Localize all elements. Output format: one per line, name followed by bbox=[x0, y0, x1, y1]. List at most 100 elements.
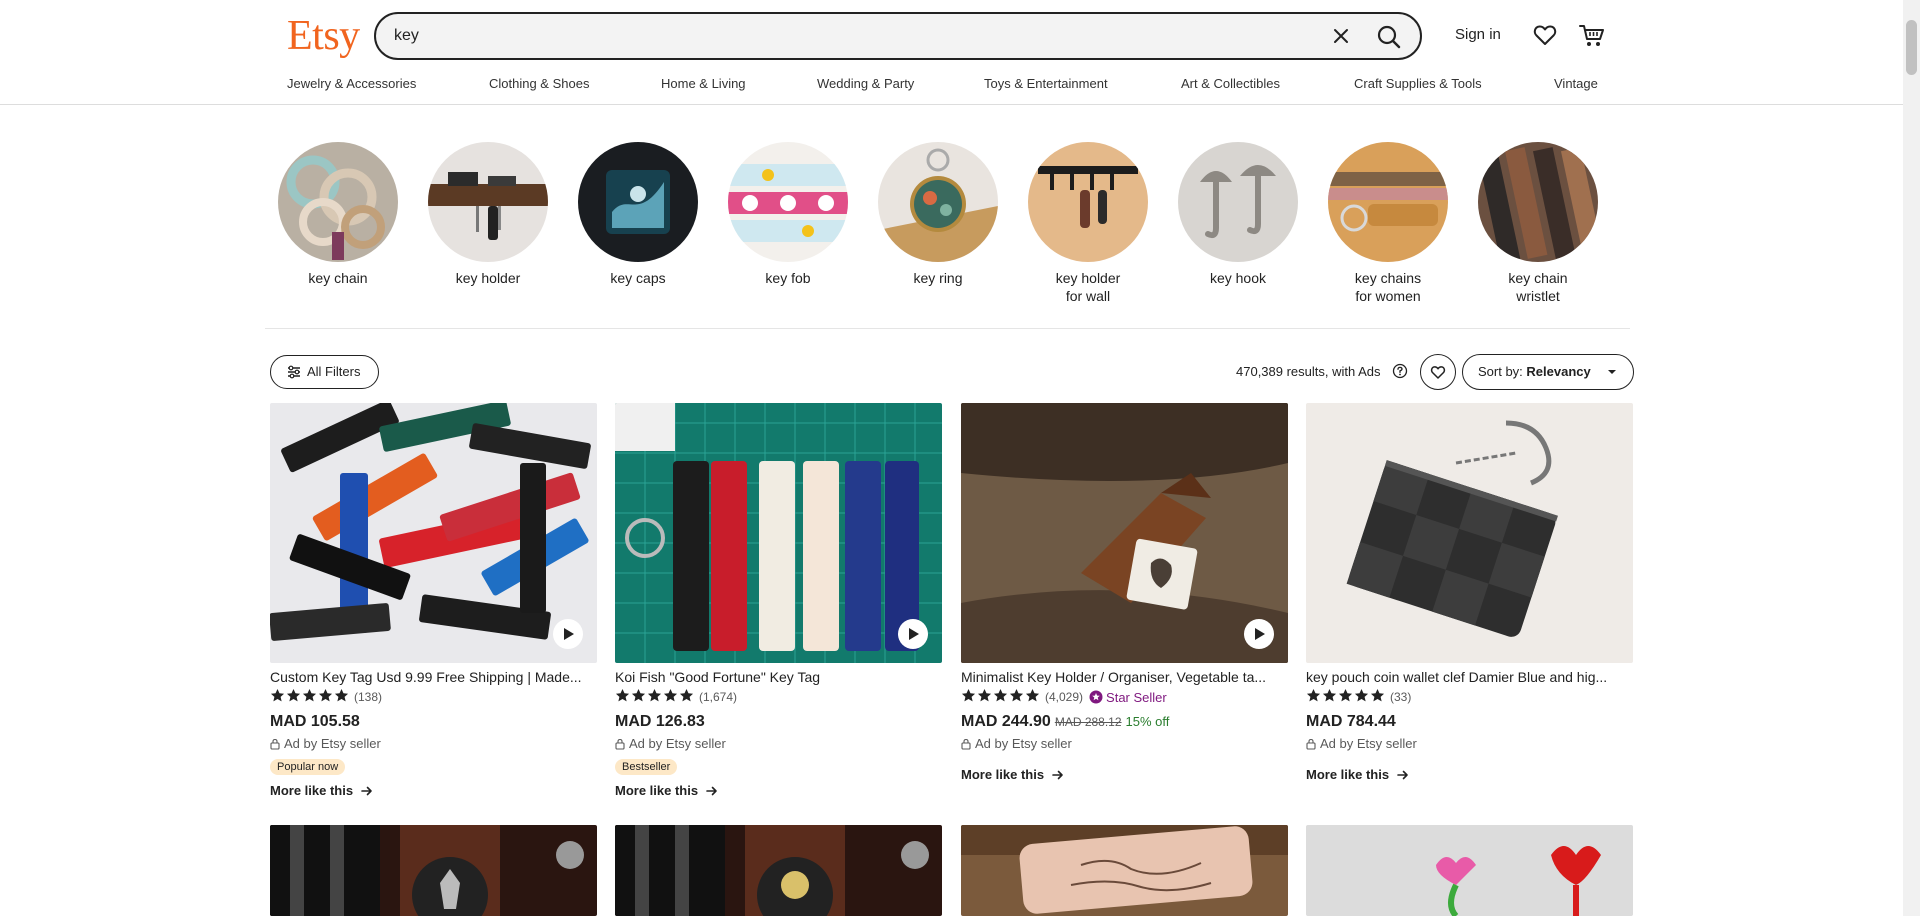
more-like-this-link[interactable]: More like this bbox=[615, 783, 942, 798]
ad-label: Ad by Etsy seller bbox=[615, 736, 942, 751]
category-label: key chain wristlet bbox=[1508, 270, 1568, 304]
star-icon bbox=[1025, 688, 1041, 706]
star-icon bbox=[270, 688, 286, 706]
more-like-this-link[interactable]: More like this bbox=[961, 767, 1288, 782]
category-image bbox=[878, 142, 998, 262]
help-circle-icon[interactable] bbox=[1392, 363, 1408, 379]
product-title[interactable]: Minimalist Key Holder / Organiser, Veget… bbox=[961, 668, 1288, 686]
all-filters-button[interactable]: All Filters bbox=[270, 355, 379, 389]
product-title[interactable]: Custom Key Tag Usd 9.99 Free Shipping | … bbox=[270, 668, 597, 686]
star-icon bbox=[647, 688, 663, 706]
product-card[interactable]: key pouch coin wallet clef Damier Blue a… bbox=[1306, 403, 1633, 782]
play-icon bbox=[909, 628, 919, 640]
star-icon bbox=[961, 688, 977, 706]
category-key-fob[interactable]: key fob bbox=[728, 142, 848, 287]
category-label: key chains for women bbox=[1354, 270, 1422, 304]
more-like-this-link[interactable]: More like this bbox=[1306, 767, 1633, 782]
section-divider bbox=[265, 328, 1630, 329]
nav-art-collectibles[interactable]: Art & Collectibles bbox=[1181, 76, 1280, 91]
category-key-chain[interactable]: key chain bbox=[278, 142, 398, 287]
category-label: key chain bbox=[308, 270, 368, 286]
star-seller-icon bbox=[1089, 690, 1103, 704]
product-title[interactable]: Koi Fish "Good Fortune" Key Tag bbox=[615, 668, 942, 686]
category-key-holder-for-wall[interactable]: key holder for wall bbox=[1028, 142, 1148, 305]
star-icon bbox=[1306, 688, 1322, 706]
category-image bbox=[1178, 142, 1298, 262]
product-card[interactable]: Custom Key Tag Usd 9.99 Free Shipping | … bbox=[270, 403, 597, 798]
save-search-button[interactable] bbox=[1420, 354, 1456, 390]
star-icon bbox=[318, 688, 334, 706]
all-filters-label: All Filters bbox=[307, 364, 361, 379]
category-image bbox=[1328, 142, 1448, 262]
category-key-chains-for-women[interactable]: key chains for women bbox=[1328, 142, 1448, 305]
discount-label: 15% off bbox=[1125, 714, 1170, 729]
product-image[interactable] bbox=[1306, 825, 1633, 916]
category-nav: Jewelry & Accessories Clothing & Shoes H… bbox=[0, 76, 1903, 96]
product-image[interactable] bbox=[270, 403, 597, 663]
product-image[interactable] bbox=[1306, 403, 1633, 663]
product-title[interactable]: key pouch coin wallet clef Damier Blue a… bbox=[1306, 668, 1633, 686]
star-rating bbox=[270, 688, 350, 706]
search-input[interactable]: key bbox=[394, 27, 419, 45]
star-icon bbox=[1338, 688, 1354, 706]
nav-craft-supplies-tools[interactable]: Craft Supplies & Tools bbox=[1354, 76, 1482, 91]
star-rating bbox=[961, 688, 1041, 706]
category-key-caps[interactable]: key caps bbox=[578, 142, 698, 287]
category-label: key holder bbox=[455, 270, 521, 286]
play-video-button[interactable] bbox=[1244, 619, 1274, 649]
play-video-button[interactable] bbox=[553, 619, 583, 649]
page-scrollbar[interactable] bbox=[1903, 0, 1920, 916]
product-badge: Bestseller bbox=[615, 759, 678, 775]
star-icon bbox=[1322, 688, 1338, 706]
more-like-this-link[interactable]: More like this bbox=[270, 783, 597, 798]
product-card[interactable]: Minimalist Key Holder / Organiser, Veget… bbox=[961, 403, 1288, 782]
sort-prefix: Sort by: bbox=[1478, 364, 1523, 379]
category-key-ring[interactable]: key ring bbox=[878, 142, 998, 287]
product-image[interactable] bbox=[615, 403, 942, 663]
arrow-right-icon bbox=[1052, 770, 1063, 779]
close-icon[interactable] bbox=[1330, 25, 1352, 47]
category-image bbox=[428, 142, 548, 262]
site-header: Etsy key Sign in Jewelry & Accessories C… bbox=[0, 0, 1903, 105]
ad-label: Ad by Etsy seller bbox=[1306, 736, 1633, 751]
nav-jewelry-accessories[interactable]: Jewelry & Accessories bbox=[287, 76, 416, 91]
original-price: MAD 288.12 bbox=[1054, 715, 1122, 729]
nav-vintage[interactable]: Vintage bbox=[1554, 76, 1598, 91]
sort-dropdown[interactable]: Sort by: Relevancy bbox=[1462, 354, 1634, 390]
category-label: key ring bbox=[913, 270, 963, 286]
sort-value: Relevancy bbox=[1526, 364, 1591, 379]
play-video-button[interactable] bbox=[898, 619, 928, 649]
star-seller-badge: Star Seller bbox=[1089, 690, 1167, 705]
cart-icon[interactable] bbox=[1578, 21, 1606, 49]
product-rating: (1,674) bbox=[615, 688, 942, 706]
category-label: key holder for wall bbox=[1055, 270, 1121, 304]
star-icon bbox=[334, 688, 350, 706]
category-label: key hook bbox=[1209, 270, 1267, 286]
ad-label: Ad by Etsy seller bbox=[961, 736, 1288, 751]
lock-icon bbox=[961, 738, 971, 750]
search-bar[interactable]: key bbox=[374, 12, 1422, 60]
search-icon[interactable] bbox=[1376, 24, 1402, 50]
scrollbar-thumb[interactable] bbox=[1906, 20, 1917, 75]
play-icon bbox=[564, 628, 574, 640]
product-image[interactable] bbox=[615, 825, 942, 916]
lock-icon bbox=[1306, 738, 1316, 750]
nav-clothing-shoes[interactable]: Clothing & Shoes bbox=[489, 76, 589, 91]
category-key-hook[interactable]: key hook bbox=[1178, 142, 1298, 287]
category-key-chain-wristlet[interactable]: key chain wristlet bbox=[1478, 142, 1598, 305]
star-icon bbox=[631, 688, 647, 706]
product-image[interactable] bbox=[961, 825, 1288, 916]
product-price: MAD 784.44 bbox=[1306, 713, 1396, 730]
product-image[interactable] bbox=[270, 825, 597, 916]
heart-icon[interactable] bbox=[1532, 22, 1558, 48]
sign-in-link[interactable]: Sign in bbox=[1455, 26, 1501, 43]
nav-toys-entertainment[interactable]: Toys & Entertainment bbox=[984, 76, 1108, 91]
nav-wedding-party[interactable]: Wedding & Party bbox=[817, 76, 914, 91]
etsy-logo[interactable]: Etsy bbox=[287, 12, 360, 60]
nav-home-living[interactable]: Home & Living bbox=[661, 76, 746, 91]
category-key-holder[interactable]: key holder bbox=[428, 142, 548, 287]
heart-icon bbox=[1430, 366, 1446, 379]
product-card[interactable]: Koi Fish "Good Fortune" Key Tag (1,674) … bbox=[615, 403, 942, 798]
sliders-icon bbox=[288, 365, 300, 379]
product-image[interactable] bbox=[961, 403, 1288, 663]
